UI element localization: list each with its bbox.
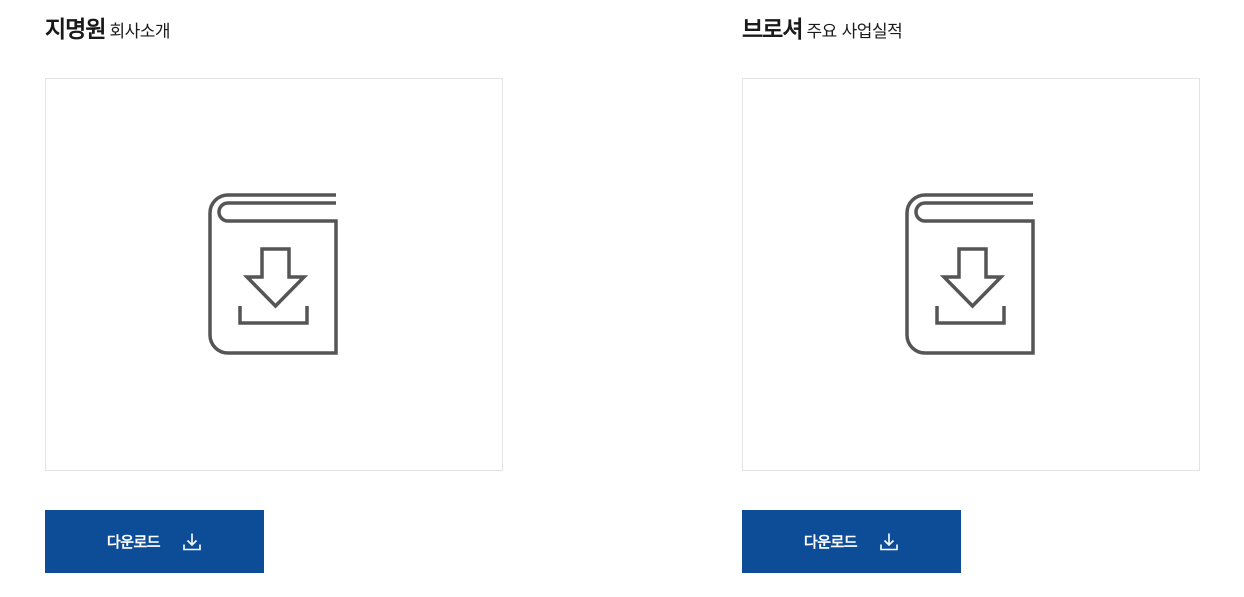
card-title: 지명원 회사소개 <box>45 14 171 48</box>
download-button[interactable]: 다운로드 <box>45 510 264 573</box>
book-download-icon <box>208 193 338 355</box>
card-title-sub: 회사소개 <box>109 22 171 42</box>
card-title-main: 지명원 <box>45 17 106 43</box>
download-button-label: 다운로드 <box>106 533 161 551</box>
card-title-main: 브로셔 <box>742 17 803 43</box>
card-title: 브로셔 주요 사업실적 <box>742 14 903 48</box>
card-title-sub: 주요 사업실적 <box>806 22 903 42</box>
book-download-icon <box>905 193 1035 355</box>
download-button-label: 다운로드 <box>803 533 858 551</box>
download-icon <box>183 533 201 550</box>
document-preview <box>742 78 1200 471</box>
download-button[interactable]: 다운로드 <box>742 510 961 573</box>
download-icon <box>880 533 898 550</box>
document-preview <box>45 78 503 471</box>
